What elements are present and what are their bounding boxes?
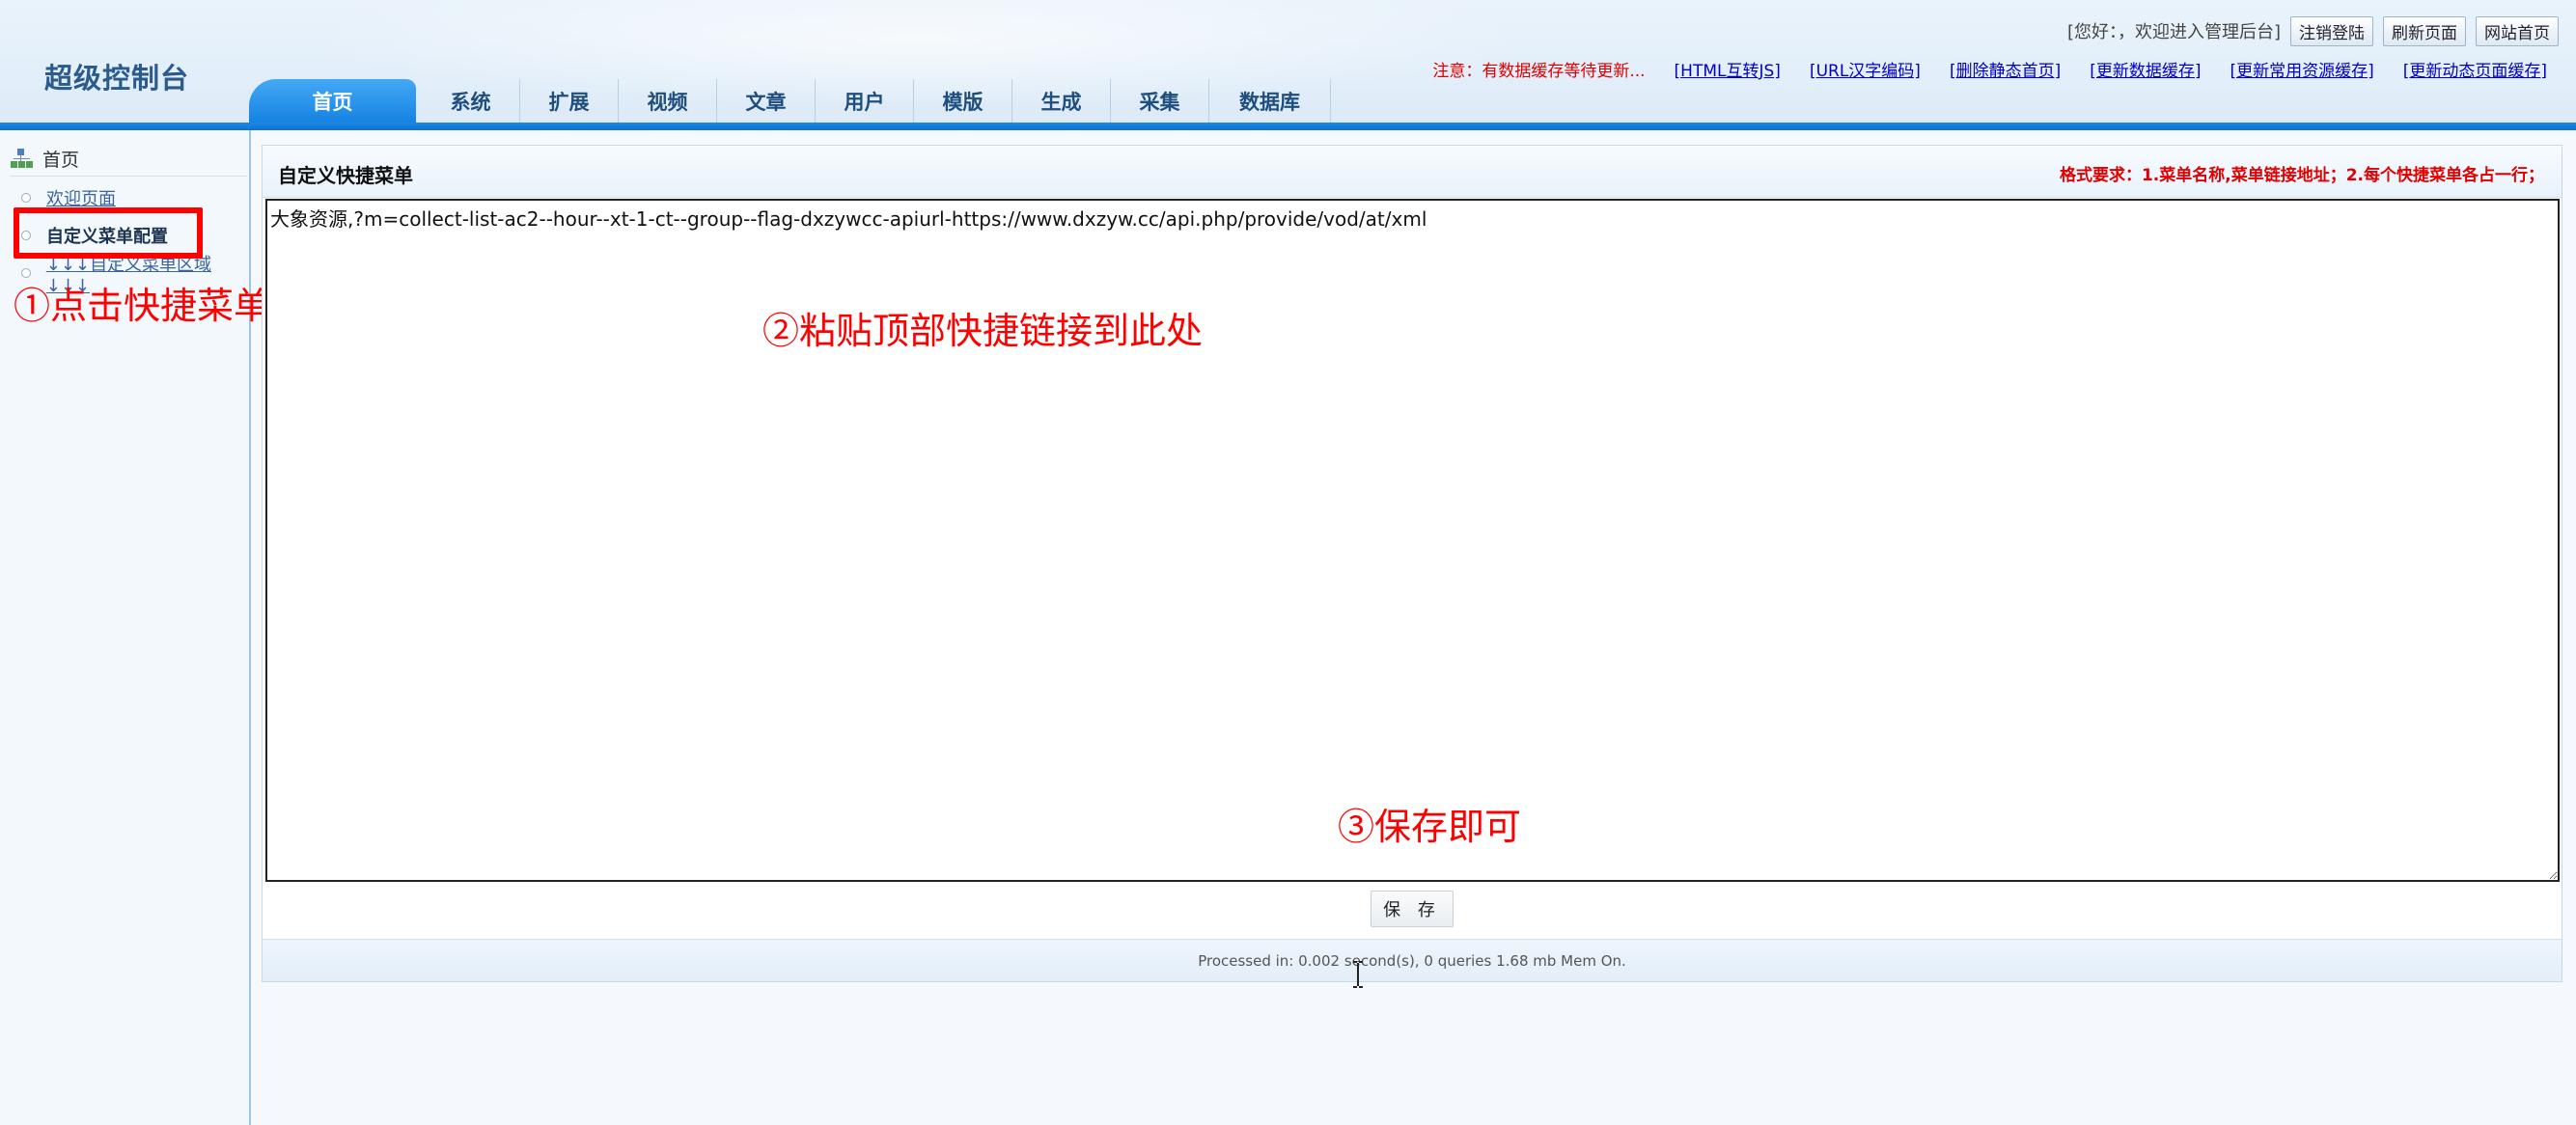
sidebar-header[interactable]: 首页 [10,142,247,177]
annotation-step2: ②粘贴顶部快捷链接到此处 [762,310,1204,352]
format-requirement: 格式要求：1.菜单名称,菜单链接地址；2.每个快捷菜单各占一行； [2059,166,2544,185]
annotation-step1: ①点击快捷菜单 [14,285,271,327]
tree-icon [10,148,35,171]
content-panel: 自定义快捷菜单 格式要求：1.菜单名称,菜单链接地址；2.每个快捷菜单各占一行；… [262,145,2562,982]
tab-extend[interactable]: 扩展 [520,79,619,123]
nav-underline [0,123,2576,130]
update-data-cache-link[interactable]: [更新数据缓存] [2090,57,2201,81]
site-home-button[interactable]: 网站首页 [2476,15,2559,46]
url-encode-link[interactable]: [URL汉字编码] [1810,57,1921,81]
footer-bar: Processed in: 0.002 second(s), 0 queries… [263,939,2562,981]
save-button[interactable]: 保 存 [1371,891,1454,927]
highlight-box [14,207,203,259]
quick-menu-textarea[interactable] [265,199,2560,882]
tab-article[interactable]: 文章 [717,79,816,123]
tab-user[interactable]: 用户 [816,79,914,123]
greeting-text: [您好：，欢迎进入管理后台] [2066,22,2281,42]
tab-home[interactable]: 首页 [249,79,416,123]
cache-notice: 注意：有数据缓存等待更新... [1432,61,1646,81]
annotation-step3: ③保存即可 [1338,806,1522,848]
panel-title: 自定义快捷菜单 [278,164,413,187]
tab-template[interactable]: 模版 [914,79,1012,123]
tab-system[interactable]: 系统 [422,79,520,123]
processed-info: Processed in: 0.002 second(s), 0 queries… [1198,951,1626,970]
app-logo: 超级控制台 [44,62,190,95]
cache-link-bar: 注意：有数据缓存等待更新... [HTML互转JS] [URL汉字编码] [删除… [1432,56,2547,81]
tab-video[interactable]: 视频 [619,79,717,123]
panel-header: 自定义快捷菜单 格式要求：1.菜单名称,菜单链接地址；2.每个快捷菜单各占一行； [263,146,2562,198]
tab-database[interactable]: 数据库 [1209,79,1331,123]
tab-collect[interactable]: 采集 [1111,79,1209,123]
sidebar-header-label: 首页 [42,150,80,171]
delete-static-home-link[interactable]: [删除静态首页] [1950,57,2061,81]
update-dynamic-cache-link[interactable]: [更新动态页面缓存] [2403,57,2547,81]
main-nav-tabs: 首页 系统 扩展 视频 文章 用户 模版 生成 采集 数据库 [249,79,1331,123]
top-right-bar: [您好：，欢迎进入管理后台] 注销登陆 刷新页面 网站首页 [2067,15,2559,46]
logout-button[interactable]: 注销登陆 [2290,15,2373,46]
header: 超级控制台 [您好：，欢迎进入管理后台] 注销登陆 刷新页面 网站首页 注意：有… [0,0,2576,130]
refresh-page-button[interactable]: 刷新页面 [2383,15,2466,46]
text-cursor-icon [1353,961,1363,988]
circle-bullet-icon [21,193,31,203]
update-common-cache-link[interactable]: [更新常用资源缓存] [2230,57,2373,81]
tab-generate[interactable]: 生成 [1012,79,1111,123]
html-to-js-link[interactable]: [HTML互转JS] [1675,57,1781,81]
